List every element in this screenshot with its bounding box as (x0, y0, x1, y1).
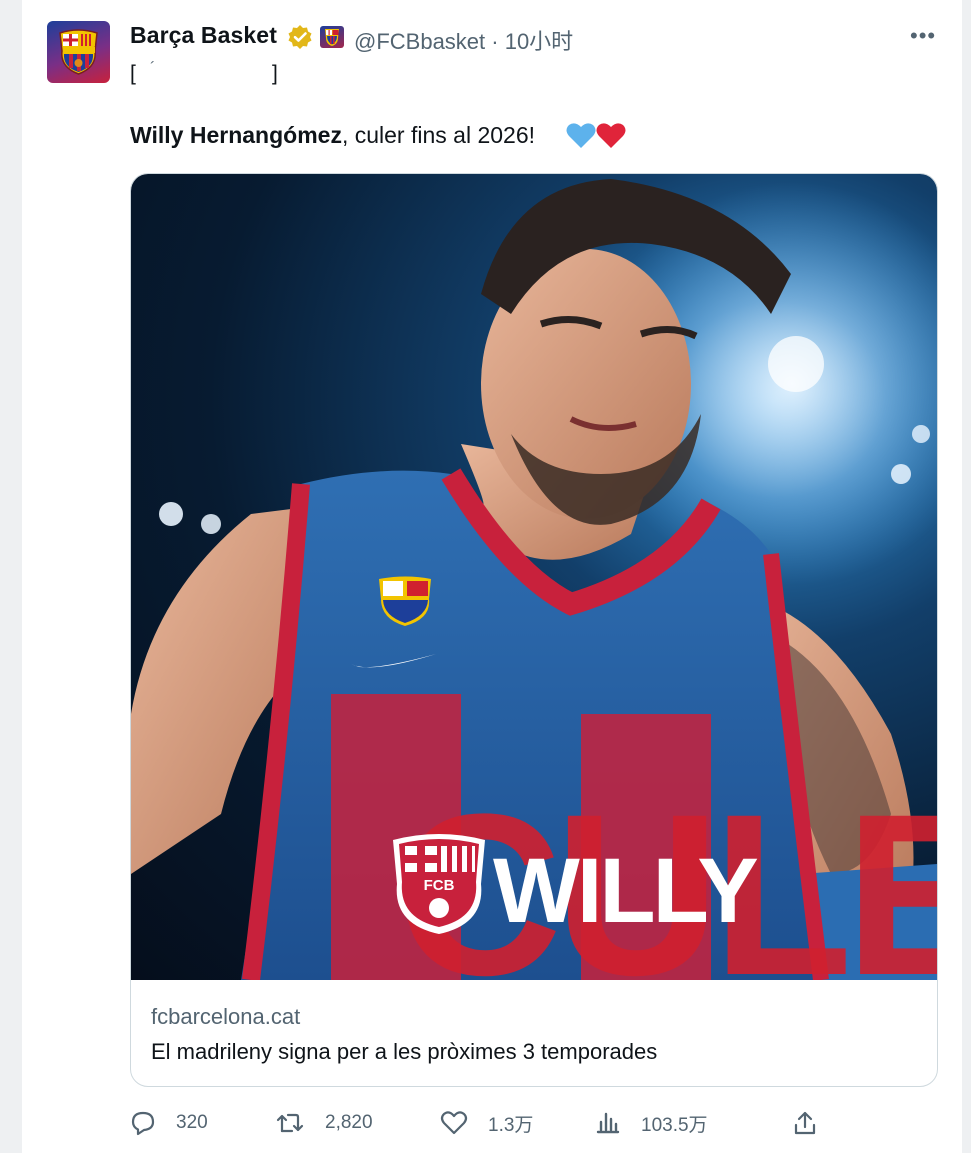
like-heart-icon (440, 1111, 468, 1135)
reply-count: 320 (176, 1112, 208, 1133)
views-button[interactable]: 103.5万 (595, 1106, 708, 1140)
bracket-mark: ´ (150, 60, 156, 77)
avatar[interactable] (47, 21, 110, 83)
bracket-close: ] (272, 62, 278, 85)
retweet-button[interactable]: 2,820 (275, 1106, 373, 1140)
link-card[interactable]: CULER FCB WILLY fcbarcelona.cat El (130, 173, 938, 1087)
fcb-crest-icon (59, 29, 98, 75)
views-chart-icon (596, 1112, 620, 1134)
views-count: 103.5万 (641, 1114, 708, 1136)
card-title[interactable]: El madrileny signa per a les pròximes 3 … (151, 1039, 657, 1065)
card-image[interactable]: CULER FCB WILLY (131, 174, 937, 980)
player-photo: CULER FCB WILLY (131, 174, 937, 980)
tweet-text-rest: , culer fins al 2026! (341, 122, 536, 148)
author-handle-and-time[interactable]: @FCBbasket · 10小时 (354, 24, 573, 56)
bracket-open: [ (130, 62, 136, 85)
action-bar: 320 2,820 1.3万 103.5万 (130, 1106, 930, 1140)
hidden-text-placeholder: [ ´ ] (130, 60, 290, 86)
like-button[interactable]: 1.3万 (440, 1106, 533, 1140)
author-name[interactable]: Barça Basket (130, 22, 277, 49)
affiliate-badge-icon[interactable] (320, 26, 344, 48)
card-domain[interactable]: fcbarcelona.cat (151, 1004, 300, 1030)
hearts-emoji (566, 122, 626, 154)
more-options-button[interactable]: ••• (910, 23, 936, 49)
reply-button[interactable]: 320 (130, 1106, 208, 1140)
like-count: 1.3万 (488, 1114, 534, 1136)
crest-text: FCB (424, 877, 455, 894)
verified-badge-icon[interactable] (287, 24, 313, 50)
tweet-text: Willy Hernangómez, culer fins al 2026! (130, 122, 535, 149)
image-text-willy: WILLY (493, 840, 757, 942)
blue-heart-icon (566, 123, 596, 148)
share-button[interactable] (792, 1106, 838, 1140)
retweet-count: 2,820 (325, 1112, 373, 1133)
retweet-icon (276, 1113, 304, 1133)
reply-icon (131, 1111, 155, 1136)
tweet-text-bold: Willy Hernangómez (130, 122, 342, 148)
tweet[interactable]: Barça Basket @FCBbasket · 10小时 ••• [ ´ ]… (22, 0, 962, 1153)
red-heart-icon (596, 123, 626, 148)
share-icon (794, 1111, 816, 1135)
